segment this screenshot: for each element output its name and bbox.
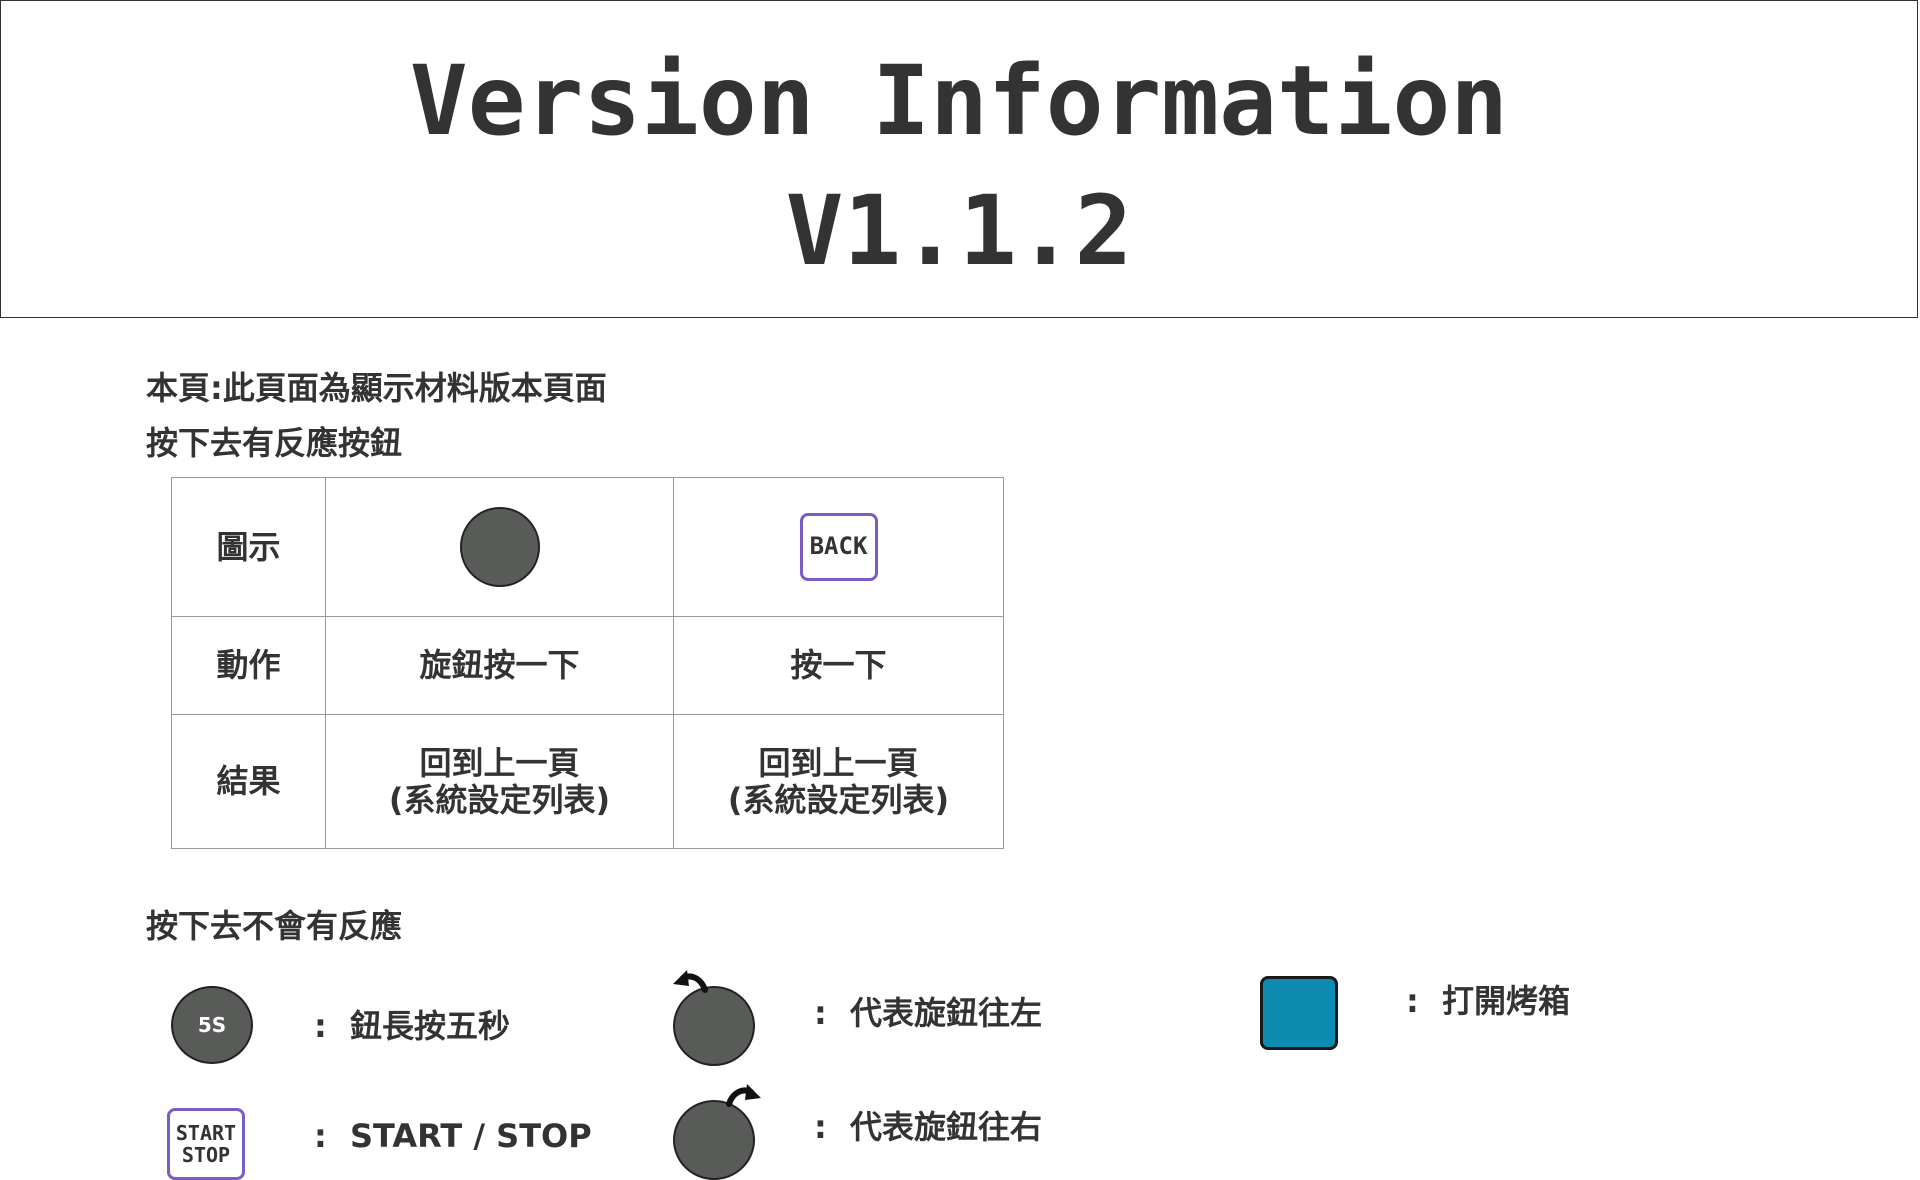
row-label-action: 動作 [171,616,326,715]
unresponsive-heading: 按下去不會有反應 [146,907,403,945]
row-label-result: 結果 [171,714,326,849]
result-knob-line1: 回到上一頁 [419,743,580,782]
result-knob: 回到上一頁 (系統設定列表) [325,714,674,849]
action-knob: 旋鈕按一下 [325,616,674,715]
table-row-result: 結果 回到上一頁 (系統設定列表) 回到上一頁 (系統設定列表) [171,714,1004,849]
result-knob-line2: (系統設定列表) [388,780,611,819]
action-back: 按一下 [673,616,1004,715]
page-description: 本頁:此頁面為顯示材料版本頁面 [146,369,607,407]
legend-colon: : [814,1108,827,1146]
table-row-action: 動作 旋鈕按一下 按一下 [171,616,1004,715]
legend-rotate-right-label: 代表旋鈕往右 [850,1108,1043,1146]
header-box: Version Information V1.1.2 [0,0,1918,318]
legend-knob-5s: : 鈕長按五秒 [314,1010,510,1042]
back-button[interactable]: BACK [799,513,878,581]
start-stop-line2: STOP [181,1143,231,1167]
result-back-line2: (系統設定列表) [727,780,950,819]
table-row-icon: 圖示 BACK [171,477,1004,617]
start-stop-line1: START [175,1121,237,1145]
knob-body [673,1100,755,1180]
knob-5s-icon: 5S [171,986,253,1064]
legend-rotate-left: : 代表旋鈕往左 [814,997,1042,1029]
row-label-icon: 圖示 [171,477,326,617]
knob-rotate-left-icon [673,970,755,1066]
knob-icon[interactable] [459,507,540,587]
cell-back: BACK [673,477,1004,617]
version-number: V1.1.2 [785,175,1133,287]
button-behavior-table: 圖示 BACK 動作 旋鈕按一下 按一下 結果 回到上一頁 (系統設定列表) 回… [171,477,1004,849]
oven-button-icon [1260,976,1338,1050]
legend-start-stop: : START / STOP [314,1120,592,1152]
legend-colon: : [814,994,827,1032]
responsive-heading: 按下去有反應按鈕 [146,424,403,462]
legend-colon: : [314,1007,327,1045]
start-stop-icon: START STOP [167,1108,245,1180]
legend-colon: : [314,1117,327,1155]
legend-start-stop-label: START / STOP [350,1117,592,1155]
cell-knob [325,477,674,617]
knob-body [673,986,755,1066]
legend-colon: : [1406,982,1419,1020]
legend-oven-label: 打開烤箱 [1442,982,1571,1020]
result-back-line1: 回到上一頁 [758,743,919,782]
page-title: Version Information [409,45,1509,157]
knob-rotate-right-icon [673,1084,761,1180]
legend-oven: : 打開烤箱 [1406,985,1570,1017]
legend-rotate-left-label: 代表旋鈕往左 [850,994,1043,1032]
legend-knob-5s-label: 鈕長按五秒 [350,1007,511,1045]
knob-5s-text: 5S [197,1013,227,1037]
result-back: 回到上一頁 (系統設定列表) [673,714,1004,849]
rotate-left-arrow-icon [673,970,708,993]
legend-rotate-right: : 代表旋鈕往右 [814,1111,1042,1143]
rotate-right-arrow-icon [726,1084,761,1107]
